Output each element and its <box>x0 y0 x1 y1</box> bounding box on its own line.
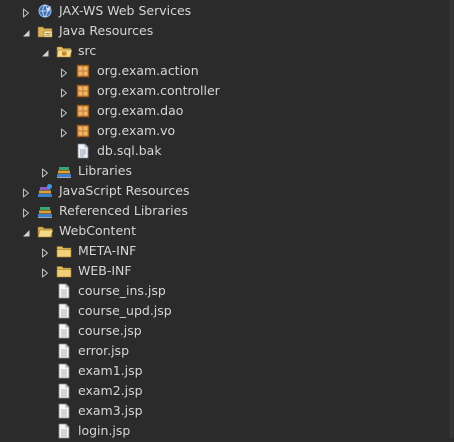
tree-item-label: JAX-WS Web Services <box>59 3 192 18</box>
tree-item-src[interactable]: src <box>0 41 450 61</box>
project-explorer-tree: JAX-WS Web Services Java Resources src org.… <box>0 0 450 441</box>
jsp-file-icon <box>56 403 72 419</box>
folder-icon <box>56 263 72 279</box>
tree-item-org-exam-action[interactable]: org.exam.action <box>0 61 450 81</box>
tree-item-org-exam-controller[interactable]: org.exam.controller <box>0 81 450 101</box>
tree-item-exam3-jsp[interactable]: exam3.jsp <box>0 401 450 421</box>
jsp-file-icon <box>56 383 72 399</box>
tree-item-label: WebContent <box>59 223 136 238</box>
tree-item-error-jsp[interactable]: error.jsp <box>0 341 450 361</box>
tree-item-label: Java Resources <box>59 23 154 38</box>
source-folder-icon <box>56 43 73 59</box>
package-icon <box>75 63 91 79</box>
library-icon <box>37 203 53 219</box>
jsp-file-icon <box>56 323 72 339</box>
tree-item-label: db.sql.bak <box>97 143 162 158</box>
tree-item-java-resources[interactable]: Java Resources <box>0 21 450 41</box>
jsp-file-icon <box>56 363 72 379</box>
package-icon <box>75 83 91 99</box>
web-services-icon <box>37 3 53 19</box>
collapsed-arrow-icon[interactable] <box>21 206 31 218</box>
tree-item-exam1-jsp[interactable]: exam1.jsp <box>0 361 450 381</box>
jsp-file-icon <box>56 283 72 299</box>
tree-item-label: course_upd.jsp <box>78 303 172 318</box>
collapsed-arrow-icon[interactable] <box>21 6 31 18</box>
collapsed-arrow-icon[interactable] <box>21 186 31 198</box>
package-icon <box>75 123 91 139</box>
tree-item-course-upd-jsp[interactable]: course_upd.jsp <box>0 301 450 321</box>
tree-item-org-exam-dao[interactable]: org.exam.dao <box>0 101 450 121</box>
tree-item-label: WEB-INF <box>78 263 132 278</box>
tree-item-db-sql-bak[interactable]: db.sql.bak <box>0 141 450 161</box>
folder-icon <box>56 243 72 259</box>
tree-item-label: Libraries <box>78 163 132 178</box>
tree-item-label: META-INF <box>78 243 137 258</box>
folder-open-icon <box>37 223 54 239</box>
tree-item-label: course.jsp <box>78 323 142 338</box>
tree-item-meta-inf[interactable]: META-INF <box>0 241 450 261</box>
tree-item-label: org.exam.action <box>97 63 199 78</box>
collapsed-arrow-icon[interactable] <box>59 86 69 98</box>
tree-item-webcontent[interactable]: WebContent <box>0 221 450 241</box>
collapsed-arrow-icon[interactable] <box>59 126 69 138</box>
tree-item-label: src <box>78 43 97 58</box>
tree-item-label: exam2.jsp <box>78 383 143 398</box>
scrollbar[interactable] <box>450 0 454 438</box>
jsp-file-icon <box>56 343 72 359</box>
expanded-arrow-icon[interactable] <box>21 26 31 37</box>
tree-item-exam2-jsp[interactable]: exam2.jsp <box>0 381 450 401</box>
tree-item-label: exam1.jsp <box>78 363 143 378</box>
collapsed-arrow-icon[interactable] <box>40 266 50 278</box>
tree-item-label: course_ins.jsp <box>78 283 166 298</box>
tree-item-label: org.exam.dao <box>97 103 184 118</box>
tree-item-label: exam3.jsp <box>78 403 143 418</box>
collapsed-arrow-icon[interactable] <box>59 106 69 118</box>
tree-item-jax-ws-web-services[interactable]: JAX-WS Web Services <box>0 1 450 21</box>
collapsed-arrow-icon[interactable] <box>40 166 50 178</box>
tree-item-label: error.jsp <box>78 343 130 358</box>
jsp-file-icon <box>56 423 72 439</box>
tree-item-login-jsp[interactable]: login.jsp <box>0 421 450 441</box>
java-resources-icon <box>37 23 53 39</box>
tree-item-javascript-resources[interactable]: JavaScript Resources <box>0 181 450 201</box>
tree-item-label: org.exam.controller <box>97 83 220 98</box>
expanded-arrow-icon[interactable] <box>40 46 50 57</box>
tree-item-web-inf[interactable]: WEB-INF <box>0 261 450 281</box>
package-icon <box>75 103 91 119</box>
tree-item-course-ins-jsp[interactable]: course_ins.jsp <box>0 281 450 301</box>
tree-item-course-jsp[interactable]: course.jsp <box>0 321 450 341</box>
tree-item-org-exam-vo[interactable]: org.exam.vo <box>0 121 450 141</box>
javascript-resources-icon <box>37 183 53 199</box>
jsp-file-icon <box>56 303 72 319</box>
tree-item-label: JavaScript Resources <box>59 183 190 198</box>
tree-item-label: Referenced Libraries <box>59 203 188 218</box>
collapsed-arrow-icon[interactable] <box>40 246 50 258</box>
library-icon <box>56 163 72 179</box>
tree-item-label: login.jsp <box>78 423 131 438</box>
tree-item-referenced-libraries[interactable]: Referenced Libraries <box>0 201 450 221</box>
tree-item-libraries[interactable]: Libraries <box>0 161 450 181</box>
tree-item-label: org.exam.vo <box>97 123 176 138</box>
expanded-arrow-icon[interactable] <box>21 226 31 237</box>
file-icon <box>75 143 91 159</box>
collapsed-arrow-icon[interactable] <box>59 66 69 78</box>
